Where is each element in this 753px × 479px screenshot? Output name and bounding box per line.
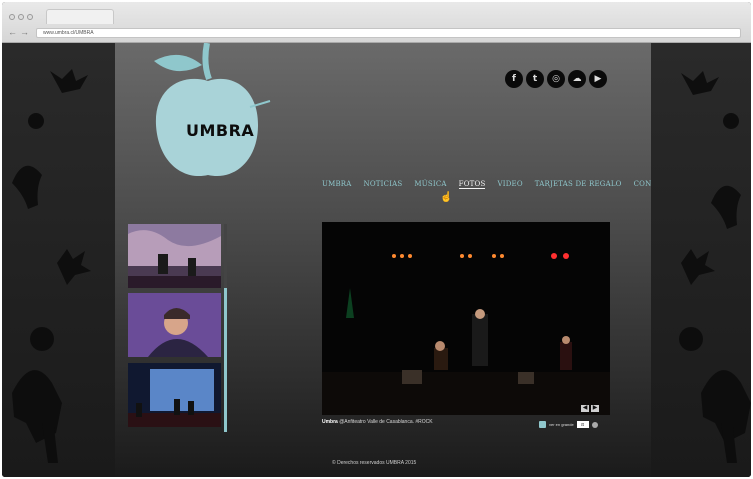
view-large-label: ver en grande [549,422,574,427]
thumbnail-strip [126,224,228,432]
left-decor-panel [2,43,115,477]
right-decor-panel [651,43,751,477]
close-window-button[interactable] [9,14,15,20]
share-button[interactable] [591,421,598,428]
view-large-button[interactable]: ⊡ [576,421,589,428]
caption-text: @Anfiteatro Valle de Casablanca. #ROCK [339,419,433,425]
site-content: UMBRA f t ◎ ☁ ▶ UMBRA NOTICIAS MÚSICA FOTOS VIDE… [115,43,677,477]
thumbnail-1[interactable] [128,224,221,288]
browser-window: ← → www.umbra.cl/UMBRA UMBRA f t ◎ ☁ ▶ U… [2,2,751,477]
facebook-icon[interactable]: f [505,70,523,88]
fullscreen-button[interactable] [539,421,546,428]
social-links: f t ◎ ☁ ▶ [505,70,607,88]
forward-arrow-icon[interactable]: → [20,28,29,37]
nav-item-fotos[interactable]: FOTOS [458,180,486,189]
browser-chrome: ← → www.umbra.cl/UMBRA [2,2,751,43]
main-nav: UMBRA NOTICIAS MÚSICA FOTOS VIDEO TARJETAS DE… [322,180,690,189]
thumbnail-2[interactable] [128,293,221,357]
url-text: www.umbra.cl/UMBRA [43,30,94,36]
pointer-cursor-icon: ☝ [440,192,453,203]
photo-caption: Umbra @Anfiteatro Valle de Casablanca. #… [322,419,433,425]
nav-item-video[interactable]: VIDEO [497,180,522,189]
umbra-logo[interactable]: UMBRA [152,43,272,183]
thumbnail-3[interactable] [128,363,221,427]
maximize-window-button[interactable] [27,14,33,20]
logo-text: UMBRA [186,121,255,140]
back-arrow-icon[interactable]: ← [8,28,17,37]
twitter-icon[interactable]: t [526,70,544,88]
previous-photo-button[interactable]: ◀ [581,405,589,412]
thumbnail-2-image [128,293,221,357]
thumbnail-selection-indicator [224,288,227,432]
apple-logo-icon [154,43,271,177]
concert-photo [322,222,610,415]
caption-title: Umbra [322,419,338,425]
window-controls [9,14,33,20]
soundcloud-icon[interactable]: ☁ [568,70,586,88]
minimize-window-button[interactable] [18,14,24,20]
site-footer: © Derechos reservados UMBRA 2015 [332,460,416,466]
browser-tab[interactable] [46,9,114,24]
thumbnail-3-image [128,363,221,427]
address-bar[interactable]: www.umbra.cl/UMBRA [36,28,741,38]
nav-item-música[interactable]: MÚSICA [414,180,446,189]
right-decor-illustration [679,71,751,463]
youtube-icon[interactable]: ▶ [589,70,607,88]
photo-tools: ver en grande ⊡ [539,421,598,428]
left-decor-illustration [12,69,91,463]
instagram-icon[interactable]: ◎ [547,70,565,88]
next-photo-button[interactable]: ▶ [591,405,599,412]
nav-item-noticias[interactable]: NOTICIAS [364,180,403,189]
thumbnail-1-image [128,224,221,288]
nav-item-tarjetas-de-regalo[interactable]: TARJETAS DE REGALO [535,180,622,189]
web-page: UMBRA f t ◎ ☁ ▶ UMBRA NOTICIAS MÚSICA FOTOS VIDE… [2,43,751,477]
main-photo[interactable] [322,222,610,415]
thumbnail-1-indicator [224,224,227,288]
footer-text: Derechos reservados UMBRA 2015 [337,460,417,466]
copyright-icon: © [332,460,336,466]
nav-item-umbra[interactable]: UMBRA [322,180,352,189]
